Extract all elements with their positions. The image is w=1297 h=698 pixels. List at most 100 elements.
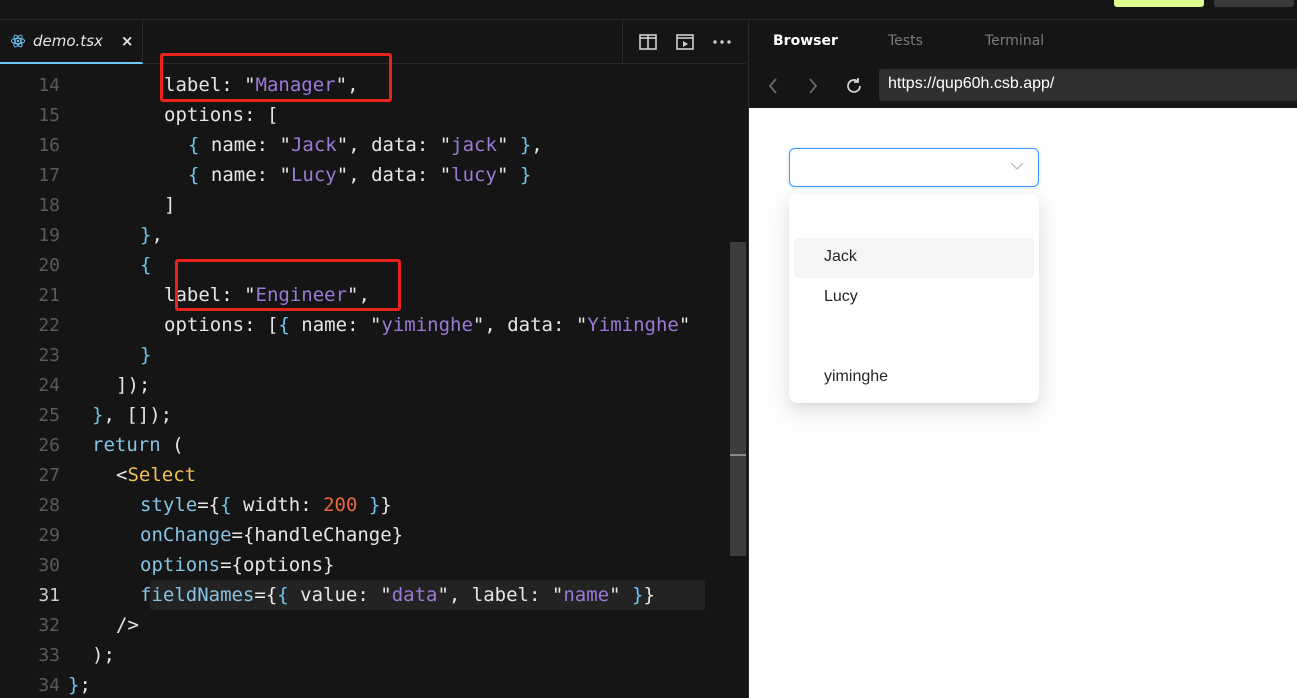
code-line[interactable]: 31 fieldNames={{ value: "data", label: "n…: [0, 580, 730, 610]
code-line[interactable]: 16{ name: "Jack", data: "jack" },: [0, 130, 730, 160]
code-token: value: [300, 584, 358, 606]
code-text: options: [{ name: "yiminghe", data: "Yim…: [164, 314, 690, 336]
line-number: 30: [38, 554, 60, 576]
split-editor-icon[interactable]: [637, 31, 659, 53]
code-token: {: [140, 254, 152, 276]
code-token: : ": [256, 164, 291, 186]
line-number: 32: [38, 614, 60, 636]
close-icon[interactable]: ×: [121, 32, 134, 50]
code-line[interactable]: 26 return (: [0, 430, 730, 460]
code-token: ": [678, 314, 691, 336]
code-token: ",: [336, 164, 372, 186]
file-tab-demo[interactable]: demo.tsx ×: [0, 20, 143, 64]
more-icon[interactable]: [711, 31, 733, 53]
code-line[interactable]: 24]);: [0, 370, 730, 400]
refresh-icon[interactable]: [844, 76, 864, 96]
code-token: ={handleChange}: [231, 524, 404, 546]
code-area[interactable]: 14 label: "Manager", 15 options: [16{ name:…: [0, 64, 746, 698]
code-token: ": [496, 164, 520, 186]
code-line[interactable]: 23}: [0, 340, 730, 370]
forward-icon[interactable]: [803, 76, 823, 96]
code-token: }: [519, 164, 532, 186]
line-number: 21: [38, 284, 60, 306]
tab-browser[interactable]: Browser: [773, 33, 838, 49]
code-line[interactable]: 33);: [0, 640, 730, 670]
code-line[interactable]: 28 style={{ width: 200 }}: [0, 490, 730, 520]
code-line[interactable]: 34};: [0, 670, 730, 698]
code-line[interactable]: 15 options: [: [0, 100, 730, 130]
code-line[interactable]: 22 options: [{ name: "yiminghe", data: "Y…: [0, 310, 730, 340]
code-token: ": [609, 584, 632, 606]
code-token: ,: [151, 224, 163, 246]
code-token: ",: [472, 314, 508, 336]
preview-tabs: Browser Tests Terminal: [749, 20, 1297, 64]
code-token: label: [471, 584, 529, 606]
line-number: 24: [38, 374, 60, 396]
url-input[interactable]: https://qup60h.csb.app/: [879, 69, 1297, 101]
code-line[interactable]: 32 />: [0, 610, 730, 640]
code-token: onChange: [140, 524, 232, 546]
code-token: return: [92, 434, 161, 456]
code-text: fieldNames={{ value: "data", label: "nam…: [140, 584, 655, 606]
code-text: return (: [92, 434, 184, 456]
code-token: }: [68, 674, 80, 696]
code-line[interactable]: 17{ name: "Lucy", data: "lucy" }: [0, 160, 730, 190]
code-text: {: [140, 254, 151, 276]
code-token: {: [188, 164, 211, 186]
top-action-button[interactable]: [1114, 0, 1204, 7]
code-token: : ": [416, 134, 452, 156]
dropdown-option-lucy[interactable]: Lucy: [794, 278, 1034, 318]
code-token: ;: [79, 674, 91, 696]
code-text: }: [140, 344, 151, 366]
code-text: );: [92, 644, 115, 666]
code-line[interactable]: 19},: [0, 220, 730, 250]
tab-terminal[interactable]: Terminal: [985, 33, 1044, 49]
line-number: 31: [38, 584, 60, 606]
tab-tests[interactable]: Tests: [888, 33, 923, 49]
editor-scrollbar[interactable]: [730, 242, 746, 556]
react-icon: [10, 34, 26, 48]
code-token: lucy: [451, 164, 497, 186]
code-line[interactable]: 30 options={options}: [0, 550, 730, 580]
code-text: options: [: [164, 104, 278, 126]
top-secondary-button[interactable]: [1214, 0, 1294, 7]
code-token: {: [188, 134, 211, 156]
code-text: { name: "Lucy", data: "lucy" }: [188, 164, 531, 186]
code-token: data: [391, 584, 438, 606]
dropdown-option-yiminghe[interactable]: yiminghe: [794, 358, 1034, 398]
code-token: fieldNames: [140, 584, 255, 606]
code-token: }: [140, 344, 152, 366]
code-line[interactable]: 25}, []);: [0, 400, 730, 430]
dropdown-group-empty: [794, 318, 1034, 358]
code-text: ]);: [116, 374, 150, 396]
line-number: 14: [38, 74, 60, 96]
code-line[interactable]: 18]: [0, 190, 730, 220]
code-token: :: [300, 494, 324, 516]
select-input[interactable]: [789, 148, 1039, 187]
code-text: ]: [164, 194, 175, 216]
code-token: : ": [347, 314, 382, 336]
line-number: 20: [38, 254, 60, 276]
code-token: style: [140, 494, 198, 516]
dropdown-option-jack[interactable]: Jack: [794, 238, 1034, 278]
line-number: 15: [38, 104, 60, 126]
code-token: yiminghe: [381, 314, 473, 336]
line-number: 26: [38, 434, 60, 456]
preview-pane: Browser Tests Terminal https://qup60h.cs…: [748, 20, 1297, 698]
code-line[interactable]: 29 onChange={handleChange}: [0, 520, 730, 550]
file-name: demo.tsx: [33, 32, 103, 50]
code-token: Lucy: [290, 164, 337, 186]
code-token: }: [140, 224, 152, 246]
code-token: : ": [553, 314, 588, 336]
scrollbar-marker: [730, 454, 746, 456]
code-token: Select: [127, 464, 197, 486]
code-line[interactable]: 27 <Select: [0, 460, 730, 490]
code-token: : [: [244, 314, 279, 336]
code-token: (: [160, 434, 184, 456]
code-text: />: [116, 614, 139, 636]
code-editor: demo.tsx × 14 label: "Manager", 15 options:…: [0, 20, 746, 698]
code-token: }: [631, 584, 644, 606]
back-icon[interactable]: [763, 76, 783, 96]
code-token: data: [507, 314, 553, 336]
preview-icon[interactable]: [674, 31, 696, 53]
